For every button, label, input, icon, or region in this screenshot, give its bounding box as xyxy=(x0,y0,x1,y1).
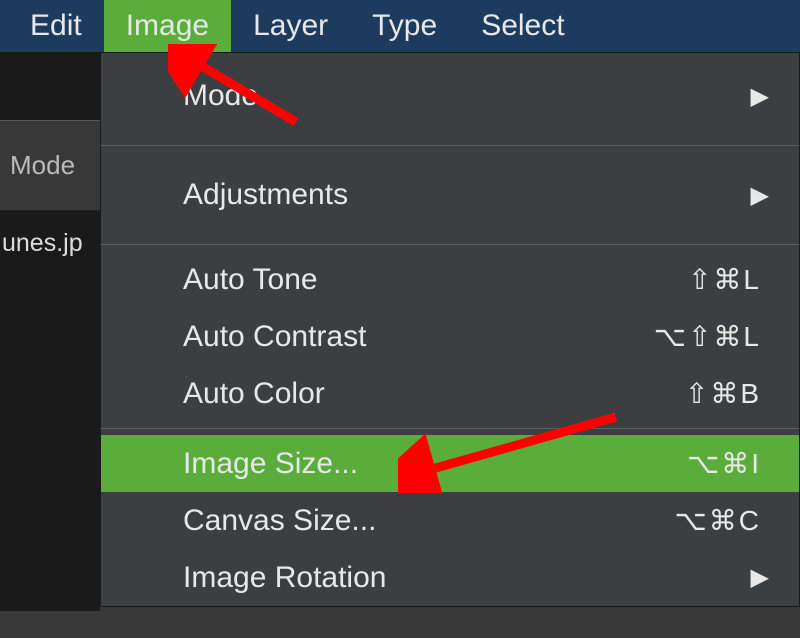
menu-edit[interactable]: Edit xyxy=(8,0,104,52)
menu-item-auto-tone-label: Auto Tone xyxy=(183,263,688,297)
menu-item-adjustments[interactable]: Adjustments ▶ xyxy=(101,152,799,238)
side-panel-mode-label: Mode xyxy=(10,150,75,181)
menu-item-image-size[interactable]: Image Size... ⌥⌘I xyxy=(101,435,799,492)
document-tab-label: unes.jp xyxy=(2,229,83,257)
menu-select[interactable]: Select xyxy=(459,0,586,52)
menu-item-image-rotation-label: Image Rotation xyxy=(183,561,761,595)
menu-separator xyxy=(101,428,799,429)
menu-item-canvas-size-label: Canvas Size... xyxy=(183,504,675,538)
menu-layer-label: Layer xyxy=(253,9,328,43)
image-menu-dropdown: Mode ▶ Adjustments ▶ Auto Tone ⇧⌘L Auto … xyxy=(100,52,800,607)
menu-item-mode-label: Mode xyxy=(183,79,761,113)
dark-strip xyxy=(0,52,100,120)
menu-select-label: Select xyxy=(481,9,564,43)
submenu-arrow-icon: ▶ xyxy=(751,563,769,592)
menu-item-auto-color-shortcut: ⇧⌘B xyxy=(685,377,761,410)
menu-item-mode[interactable]: Mode ▶ xyxy=(101,53,799,139)
menu-type-label: Type xyxy=(372,9,437,43)
menu-item-auto-contrast-label: Auto Contrast xyxy=(183,320,654,354)
menu-item-image-size-shortcut: ⌥⌘I xyxy=(687,447,761,480)
menu-separator xyxy=(101,145,799,146)
menu-layer[interactable]: Layer xyxy=(231,0,350,52)
menu-item-canvas-size[interactable]: Canvas Size... ⌥⌘C xyxy=(101,492,799,549)
menu-item-auto-contrast-shortcut: ⌥⇧⌘L xyxy=(654,320,761,353)
menu-item-auto-tone[interactable]: Auto Tone ⇧⌘L xyxy=(101,251,799,308)
menu-item-auto-color-label: Auto Color xyxy=(183,377,685,411)
menu-item-image-rotation[interactable]: Image Rotation ▶ xyxy=(101,549,799,606)
menu-image[interactable]: Image xyxy=(104,0,231,52)
menu-item-auto-contrast[interactable]: Auto Contrast ⌥⇧⌘L xyxy=(101,308,799,365)
menu-edit-label: Edit xyxy=(30,9,82,43)
menu-type[interactable]: Type xyxy=(350,0,459,52)
submenu-arrow-icon: ▶ xyxy=(751,181,769,210)
menu-item-image-size-label: Image Size... xyxy=(183,447,687,481)
submenu-arrow-icon: ▶ xyxy=(751,82,769,111)
menu-separator xyxy=(101,244,799,245)
menu-item-auto-color[interactable]: Auto Color ⇧⌘B xyxy=(101,365,799,422)
document-tab[interactable]: unes.jp xyxy=(0,211,100,611)
menu-item-adjustments-label: Adjustments xyxy=(183,178,761,212)
menu-item-canvas-size-shortcut: ⌥⌘C xyxy=(675,504,762,537)
menu-item-auto-tone-shortcut: ⇧⌘L xyxy=(688,263,761,296)
side-panel-mode-row[interactable]: Mode xyxy=(0,121,100,211)
side-panel: Mode unes.jp xyxy=(0,120,100,638)
menu-image-label: Image xyxy=(126,9,209,43)
menubar: Edit Image Layer Type Select xyxy=(0,0,800,52)
